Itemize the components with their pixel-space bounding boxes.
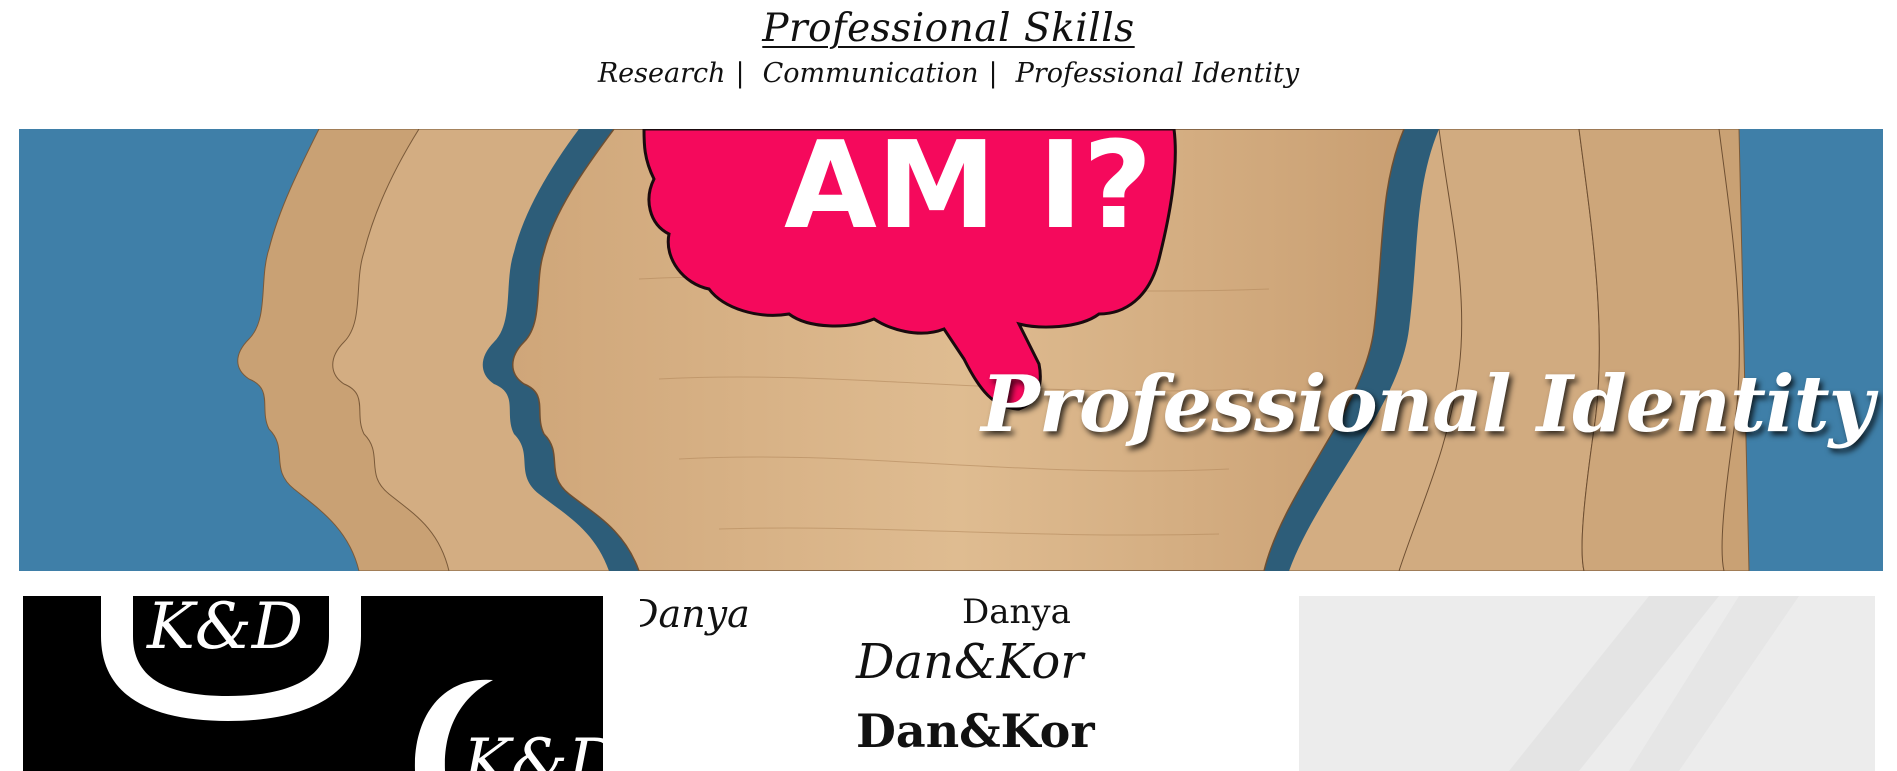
font-sample-partial: Danya: [640, 596, 750, 636]
nav-professional-identity[interactable]: Professional Identity: [1016, 58, 1300, 89]
hero-illustration: AM I?: [19, 129, 1883, 571]
monogram-text: K&D: [147, 596, 304, 664]
font-sample-top: Danya: [962, 596, 1071, 632]
logo-card[interactable]: K&D K&D: [23, 596, 603, 771]
font-samples-card[interactable]: Danya Danya Dan&Kor Dan&Kor: [640, 596, 1270, 771]
monogram-text-partial: K&D: [463, 726, 603, 771]
placeholder-graphic: [1509, 596, 1799, 771]
nav-separator: |: [735, 58, 745, 89]
nav-communication[interactable]: Communication: [763, 58, 979, 89]
main-nav: Research | Communication | Professional Iden…: [0, 58, 1897, 89]
hero-title: Professional Identity: [981, 359, 1874, 450]
hero-banner: AM I? Professional Identity: [19, 129, 1883, 571]
site-title: Professional Skills: [0, 6, 1897, 51]
nav-separator: |: [988, 58, 998, 89]
font-sample-bottom: Dan&Kor: [856, 704, 1095, 758]
hero-bubble-text: AM I?: [784, 129, 1152, 256]
font-sample-middle: Dan&Kor: [856, 634, 1084, 690]
placeholder-card[interactable]: [1299, 596, 1875, 771]
site-title-link[interactable]: Professional Skills: [762, 6, 1134, 51]
nav-research[interactable]: Research: [598, 58, 726, 89]
